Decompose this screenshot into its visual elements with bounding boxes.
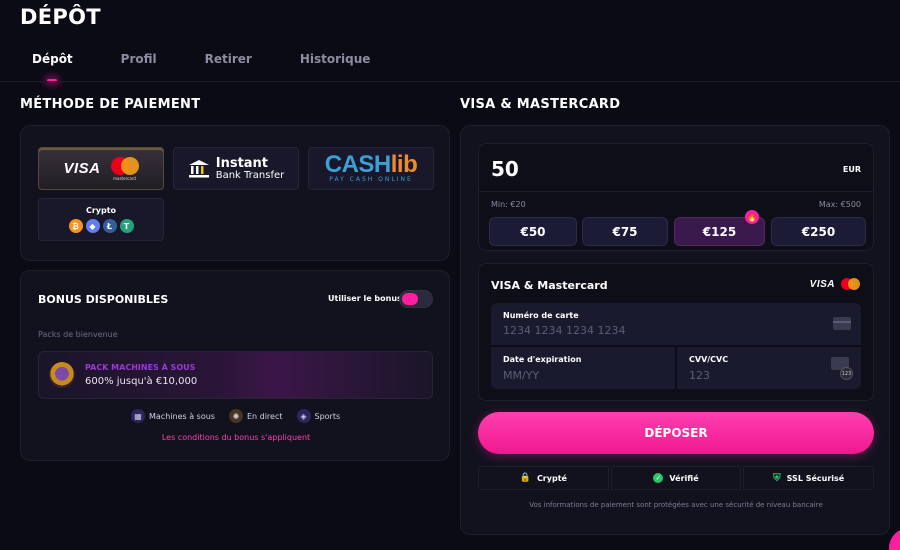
card-brands: VISA xyxy=(810,278,861,290)
pack-icon xyxy=(49,362,75,388)
check-icon: ✓ xyxy=(653,473,664,483)
preset-50-button[interactable]: €50 xyxy=(489,217,577,246)
bank-transfer-tile[interactable]: Instant Bank Transfer xyxy=(173,147,299,190)
bank-transfer-line2: Bank Transfer xyxy=(215,169,285,181)
tabs-divider xyxy=(0,81,900,82)
visa-logo-small: VISA xyxy=(809,278,835,290)
bitcoin-icon: ₿ xyxy=(68,219,83,233)
category-live: ✺ En direct xyxy=(228,409,283,423)
visa-mastercard-tile[interactable]: VISA mastercard xyxy=(38,147,164,190)
cvv-placeholder: 123 xyxy=(689,369,710,382)
litecoin-icon: Ł xyxy=(102,219,117,233)
tab-historique[interactable]: Historique xyxy=(288,52,383,80)
expiry-label: Date d'expiration xyxy=(503,355,582,364)
mastercard-logo: mastercard xyxy=(110,156,139,181)
payment-method-title: MÉTHODE DE PAIEMENT xyxy=(20,97,201,112)
expiry-placeholder: MM/YY xyxy=(503,369,540,382)
category-slots: ▦ Machines à sous xyxy=(131,409,215,423)
use-bonus-label: Utiliser le bonus xyxy=(328,294,402,303)
tab-depot[interactable]: Dépôt xyxy=(20,52,85,80)
card-number-field[interactable]: Numéro de carte 1234 1234 1234 1234 xyxy=(491,303,861,345)
credit-card-icon xyxy=(833,317,851,330)
crypto-coins: ₿ ◆ Ł T xyxy=(68,219,134,233)
max-amount: Max: €500 xyxy=(818,200,861,209)
amount-section: 50 EUR Min: €20 Max: €500 €50 €75 €125 🔥… xyxy=(478,143,874,251)
preset-75-button[interactable]: €75 xyxy=(582,217,668,246)
pack-title: PACK MACHINES À SOUS xyxy=(85,363,196,372)
card-number-label: Numéro de carte xyxy=(503,311,579,320)
amount-input[interactable]: 50 xyxy=(491,157,519,181)
cashlib-tagline: PAY CASH ONLINE xyxy=(329,176,413,183)
visa-logo: VISA xyxy=(63,160,101,177)
ethereum-icon: ◆ xyxy=(85,219,100,233)
shield-icon: ⛨ xyxy=(773,472,781,484)
amount-divider xyxy=(479,191,873,192)
cvv-label: CVV/CVC xyxy=(689,355,729,364)
cvv-badge: 123 xyxy=(840,367,853,380)
preset-250-button[interactable]: €250 xyxy=(771,217,866,246)
trust-bar: 🔒 Crypté ✓ Vérifié ⛨ SSL Sécurisé xyxy=(478,466,875,490)
tab-bar: Dépôt Profil Retirer Historique xyxy=(20,52,382,80)
expiry-field[interactable]: Date d'expiration MM/YY xyxy=(491,347,675,389)
pack-banner[interactable]: PACK MACHINES À SOUS 600% jusqu'à €10,00… xyxy=(38,351,433,399)
bonus-title: BONUS DISPONIBLES xyxy=(38,293,169,306)
cashlib-logo: CASHlib xyxy=(324,151,418,178)
fire-icon: 🔥 xyxy=(745,210,759,224)
sports-icon: ◈ xyxy=(296,409,311,423)
chat-launcher[interactable] xyxy=(889,528,900,550)
slots-icon: ▦ xyxy=(131,409,145,423)
deposit-button[interactable]: DÉPOSER xyxy=(478,412,874,454)
mastercard-logo-small xyxy=(841,278,861,290)
bonus-conditions-link[interactable]: Les conditions du bonus s'appliquent xyxy=(21,433,451,442)
trust-encrypted: 🔒 Crypté xyxy=(478,466,609,490)
bonus-card: BONUS DISPONIBLES Utiliser le bonus Pack… xyxy=(20,270,450,461)
deposit-card: 50 EUR Min: €20 Max: €500 €50 €75 €125 🔥… xyxy=(460,125,890,535)
bank-transfer-line1: Instant xyxy=(215,155,269,171)
trust-verified: ✓ Vérifié xyxy=(610,466,742,490)
bonus-subtitle: Packs de bienvenue xyxy=(38,330,118,339)
cashlib-tile[interactable]: CASHlib PAY CASH ONLINE xyxy=(308,147,434,190)
mastercard-label: mastercard xyxy=(113,175,136,181)
bank-icon xyxy=(188,159,209,177)
lock-icon: 🔒 xyxy=(519,473,531,483)
currency-label: EUR xyxy=(842,165,861,174)
live-icon: ✺ xyxy=(228,409,243,423)
bonus-categories: ▦ Machines à sous ✺ En direct ◈ Sports xyxy=(131,409,340,423)
crypto-tile[interactable]: Crypto ₿ ◆ Ł T xyxy=(38,198,164,241)
deposit-method-title: VISA & MASTERCARD xyxy=(460,97,621,112)
min-amount: Min: €20 xyxy=(491,200,526,209)
category-sports: ◈ Sports xyxy=(296,409,340,423)
security-note: Vos informations de paiement sont protég… xyxy=(529,501,823,509)
use-bonus-toggle[interactable] xyxy=(399,290,433,308)
payment-methods-card: VISA mastercard Instant Bank Transfer CA… xyxy=(20,125,450,261)
card-form-title: VISA & Mastercard xyxy=(491,279,608,292)
card-number-placeholder: 1234 1234 1234 1234 xyxy=(503,324,626,337)
tab-profil[interactable]: Profil xyxy=(109,52,169,80)
pack-description: 600% jusqu'à €10,000 xyxy=(85,376,198,387)
crypto-label: Crypto xyxy=(85,206,117,215)
cvv-field[interactable]: CVV/CVC 123 123 xyxy=(677,347,861,389)
page-title: DÉPÔT xyxy=(20,5,101,29)
trust-ssl: ⛨ SSL Sécurisé xyxy=(743,466,875,490)
card-form: VISA & Mastercard VISA Numéro de carte 1… xyxy=(478,263,874,401)
tab-retirer[interactable]: Retirer xyxy=(193,52,264,80)
toggle-knob xyxy=(402,293,418,305)
tether-icon: T xyxy=(119,219,134,233)
